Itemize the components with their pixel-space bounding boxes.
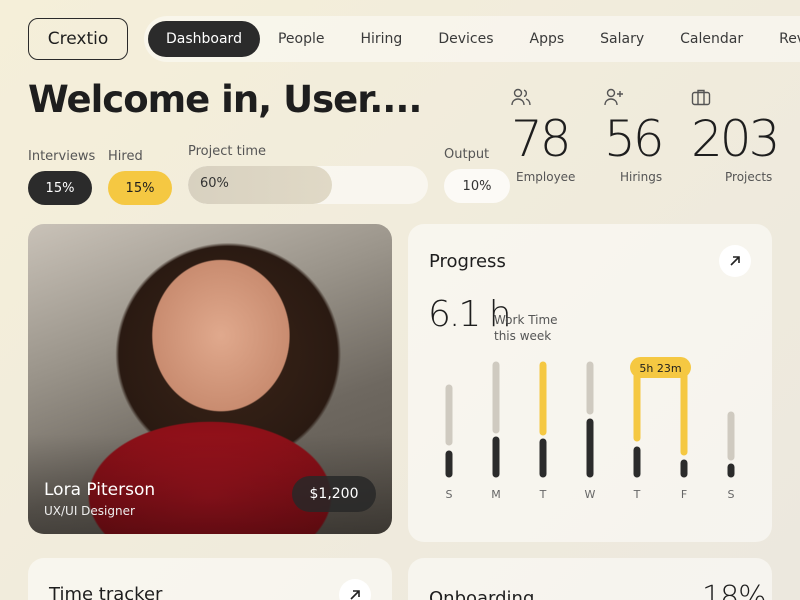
day-label-fri: F: [681, 488, 687, 501]
hirings-label: Hirings: [620, 170, 663, 184]
project-time-bar: 60%: [188, 166, 428, 204]
stat-employee: 78 Employee: [511, 88, 575, 184]
profile-card[interactable]: Lora Piterson UX/UI Designer $1,200: [28, 224, 392, 534]
hirings-count: 56: [604, 110, 665, 168]
time-tracker-open-button[interactable]: [339, 579, 371, 600]
project-time-label: Project time: [188, 144, 266, 159]
arrow-up-right-icon: [350, 590, 360, 600]
tooltip-text: 5h 23m: [639, 362, 681, 375]
time-tracker-card: Time tracker: [28, 558, 392, 600]
interviews-label: Interviews: [28, 149, 96, 164]
onboarding-card: Onboarding 18%: [408, 558, 772, 600]
day-label-sat: S: [728, 488, 735, 501]
add-user-icon: [604, 88, 623, 106]
nav-reviews[interactable]: Reviews: [761, 21, 800, 57]
nav-people[interactable]: People: [260, 21, 343, 57]
top-nav: Dashboard People Hiring Devices Apps Sal…: [144, 16, 800, 62]
salary-badge[interactable]: $1,200: [292, 476, 376, 512]
day-label-wed: W: [585, 488, 596, 501]
employee-label: Employee: [516, 170, 576, 184]
day-label-sun: S: [446, 488, 453, 501]
onboarding-value: 18%: [702, 580, 767, 600]
output-pill: 10%: [444, 169, 510, 203]
hired-label: Hired: [108, 149, 143, 164]
nav-apps[interactable]: Apps: [512, 21, 583, 57]
time-tracker-title: Time tracker: [49, 584, 163, 600]
interviews-pill: 15%: [28, 171, 92, 205]
output-label: Output: [444, 147, 490, 162]
profile-role: UX/UI Designer: [44, 504, 135, 518]
day-label-thu: T: [633, 488, 641, 501]
day-label-tue: T: [539, 488, 547, 501]
brand-logo[interactable]: Crextio: [28, 18, 128, 60]
weekly-bar-chart: 5h 23m S M T W T F S: [445, 357, 735, 501]
day-label-mon: M: [491, 488, 501, 501]
page-title: Welcome in, User....: [28, 78, 422, 121]
stat-hirings: 56 Hirings: [604, 88, 665, 184]
people-icon: [511, 88, 531, 106]
briefcase-icon: [691, 89, 711, 106]
nav-hiring[interactable]: Hiring: [342, 21, 420, 57]
profile-name: Lora Piterson: [44, 480, 156, 500]
onboarding-title: Onboarding: [429, 588, 535, 600]
employee-count: 78: [511, 110, 572, 168]
progress-card: Progress 6.1 h Work Time this week 5h 23…: [408, 224, 772, 542]
bracket-thu-fri: [633, 370, 688, 456]
nav-dashboard[interactable]: Dashboard: [148, 21, 260, 57]
stat-projects: 203 Projects: [691, 88, 780, 184]
nav-salary[interactable]: Salary: [582, 21, 662, 57]
nav-calendar[interactable]: Calendar: [662, 21, 761, 57]
nav-devices[interactable]: Devices: [420, 21, 511, 57]
hired-pill: 15%: [108, 171, 172, 205]
projects-label: Projects: [725, 170, 773, 184]
projects-count: 203: [691, 110, 780, 168]
project-time-value: 60%: [200, 176, 229, 191]
